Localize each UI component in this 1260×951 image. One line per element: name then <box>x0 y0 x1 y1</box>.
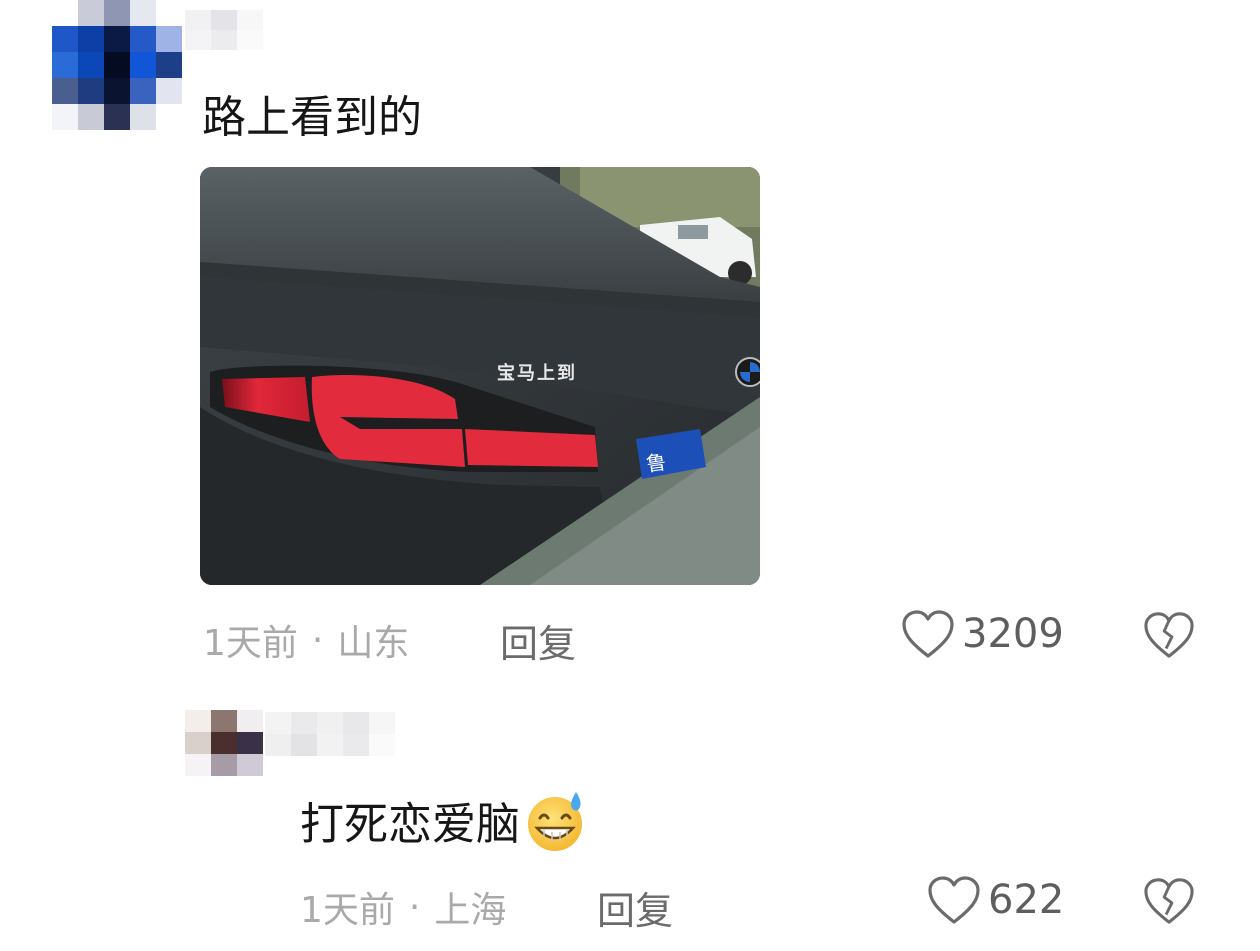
like-count: 3209 <box>962 611 1064 657</box>
comment-location: 上海 <box>434 890 507 931</box>
heart-outline-icon <box>902 610 954 658</box>
separator-dot: · <box>408 886 421 928</box>
dislike-button[interactable] <box>1142 876 1196 930</box>
comment-text: 路上看到的 <box>202 92 422 143</box>
heart-outline-icon <box>928 876 980 924</box>
grinning-sweat-emoji <box>528 792 582 851</box>
like-button[interactable]: 3209 <box>900 608 1064 660</box>
dislike-button[interactable] <box>1142 610 1196 664</box>
broken-heart-icon <box>1144 878 1194 924</box>
license-plate-text: 鲁 <box>644 449 668 477</box>
avatar[interactable] <box>185 710 263 776</box>
comment-text-body: 打死恋爱脑 <box>300 799 520 850</box>
reply-button[interactable]: 回复 <box>597 880 673 935</box>
comment-meta: 1天前 · 上海 <box>300 881 506 933</box>
username-blurred[interactable] <box>185 10 265 50</box>
comment-photo[interactable]: 宝马上到 鲁 <box>200 167 760 585</box>
broken-heart-icon <box>1144 612 1194 658</box>
like-count: 622 <box>988 877 1065 923</box>
comment-time: 1天前 <box>203 623 298 664</box>
comment-location: 山东 <box>337 623 410 664</box>
comment-time: 1天前 <box>300 890 395 931</box>
separator-dot: · <box>311 619 324 661</box>
comment-meta: 1天前 · 山东 <box>203 614 409 666</box>
comment-text: 打死恋爱脑 <box>300 792 588 854</box>
reply-button[interactable]: 回复 <box>500 613 576 668</box>
like-button[interactable]: 622 <box>926 874 1064 926</box>
car-badge-text: 宝马上到 <box>497 363 577 384</box>
car-rear-image <box>200 167 760 585</box>
avatar[interactable] <box>52 0 182 130</box>
username-blurred[interactable] <box>265 712 395 756</box>
